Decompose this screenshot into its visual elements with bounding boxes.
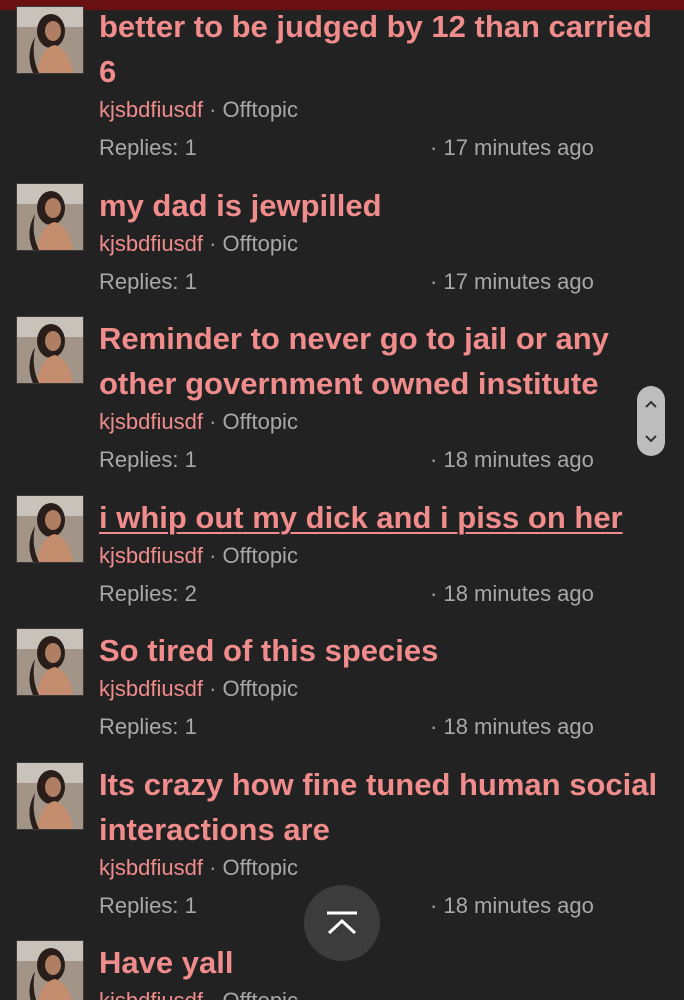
board-link[interactable]: Offtopic [223,676,298,701]
avatar[interactable] [16,183,84,251]
thread-title-link[interactable]: better to be judged by 12 than carried 6 [99,4,659,94]
thread-meta: kjsbdfiusdf · Offtopic [99,987,298,1000]
avatar[interactable] [16,495,84,563]
scroll-up-button[interactable] [637,386,665,421]
thread-title-link[interactable]: i whip out my dick and i piss on her [99,495,659,540]
reply-count: Replies: 1 [99,447,197,472]
separator: · [209,409,217,434]
thread-meta: kjsbdfiusdf · Offtopic [99,96,298,124]
timestamp-text: 18 minutes ago [443,447,594,472]
separator: · [430,269,438,294]
author-link[interactable]: kjsbdfiusdf [99,855,203,880]
timestamp-text: 17 minutes ago [443,135,594,160]
timestamp: · 17 minutes ago [430,134,594,162]
back-to-top-button[interactable] [304,885,380,961]
separator: · [209,231,217,256]
thread-meta: kjsbdfiusdf · Offtopic [99,854,298,882]
separator: · [430,893,438,918]
thread-title-link[interactable]: Reminder to never go to jail or any othe… [99,316,659,406]
avatar[interactable] [16,762,84,830]
board-link[interactable]: Offtopic [223,409,298,434]
timestamp-text: 17 minutes ago [443,269,594,294]
avatar[interactable] [16,316,84,384]
timestamp-text: 18 minutes ago [443,893,594,918]
author-link[interactable]: kjsbdfiusdf [99,231,203,256]
timestamp-text: 18 minutes ago [443,581,594,606]
reply-count: Replies: 1 [99,135,197,160]
chevron-up-icon [645,400,657,408]
timestamp: · 17 minutes ago [430,268,594,296]
board-link[interactable]: Offtopic [223,855,298,880]
timestamp: · 18 minutes ago [430,892,594,920]
author-link[interactable]: kjsbdfiusdf [99,988,203,1000]
author-link[interactable]: kjsbdfiusdf [99,676,203,701]
reply-count: Replies: 1 [99,893,197,918]
thread-title-link[interactable]: So tired of this species [99,628,659,673]
scroll-control [637,386,665,456]
separator: · [430,135,438,160]
separator: · [209,676,217,701]
board-link[interactable]: Offtopic [223,543,298,568]
board-link[interactable]: Offtopic [223,988,298,1000]
scroll-down-button[interactable] [637,421,665,456]
reply-count: Replies: 2 [99,581,197,606]
board-link[interactable]: Offtopic [223,231,298,256]
separator: · [209,97,217,122]
thread-list-page: better to be judged by 12 than carried 6… [0,0,684,1000]
avatar[interactable] [16,628,84,696]
timestamp: · 18 minutes ago [430,713,594,741]
board-link[interactable]: Offtopic [223,97,298,122]
reply-count: Replies: 1 [99,714,197,739]
timestamp: · 18 minutes ago [430,446,594,474]
separator: · [209,988,216,1000]
thread-meta: kjsbdfiusdf · Offtopic [99,542,298,570]
separator: · [430,714,438,739]
author-link[interactable]: kjsbdfiusdf [99,409,203,434]
timestamp-text: 18 minutes ago [443,714,594,739]
author-link[interactable]: kjsbdfiusdf [99,97,203,122]
avatar[interactable] [16,6,84,74]
separator: · [430,581,438,606]
thread-meta: kjsbdfiusdf · Offtopic [99,230,298,258]
author-link[interactable]: kjsbdfiusdf [99,543,203,568]
thread-title-link[interactable]: Its crazy how fine tuned human social in… [99,762,659,852]
thread-title-link[interactable]: Have yall [99,940,659,985]
timestamp: · 18 minutes ago [430,580,594,608]
separator: · [209,543,217,568]
avatar[interactable] [16,940,84,1000]
thread-title-link[interactable]: my dad is jewpilled [99,183,659,228]
separator: · [430,447,438,472]
reply-count: Replies: 1 [99,269,197,294]
thread-meta: kjsbdfiusdf · Offtopic [99,408,298,436]
separator: · [209,855,217,880]
chevron-down-icon [645,434,657,442]
thread-meta: kjsbdfiusdf · Offtopic [99,675,298,703]
back-to-top-icon [327,911,357,935]
